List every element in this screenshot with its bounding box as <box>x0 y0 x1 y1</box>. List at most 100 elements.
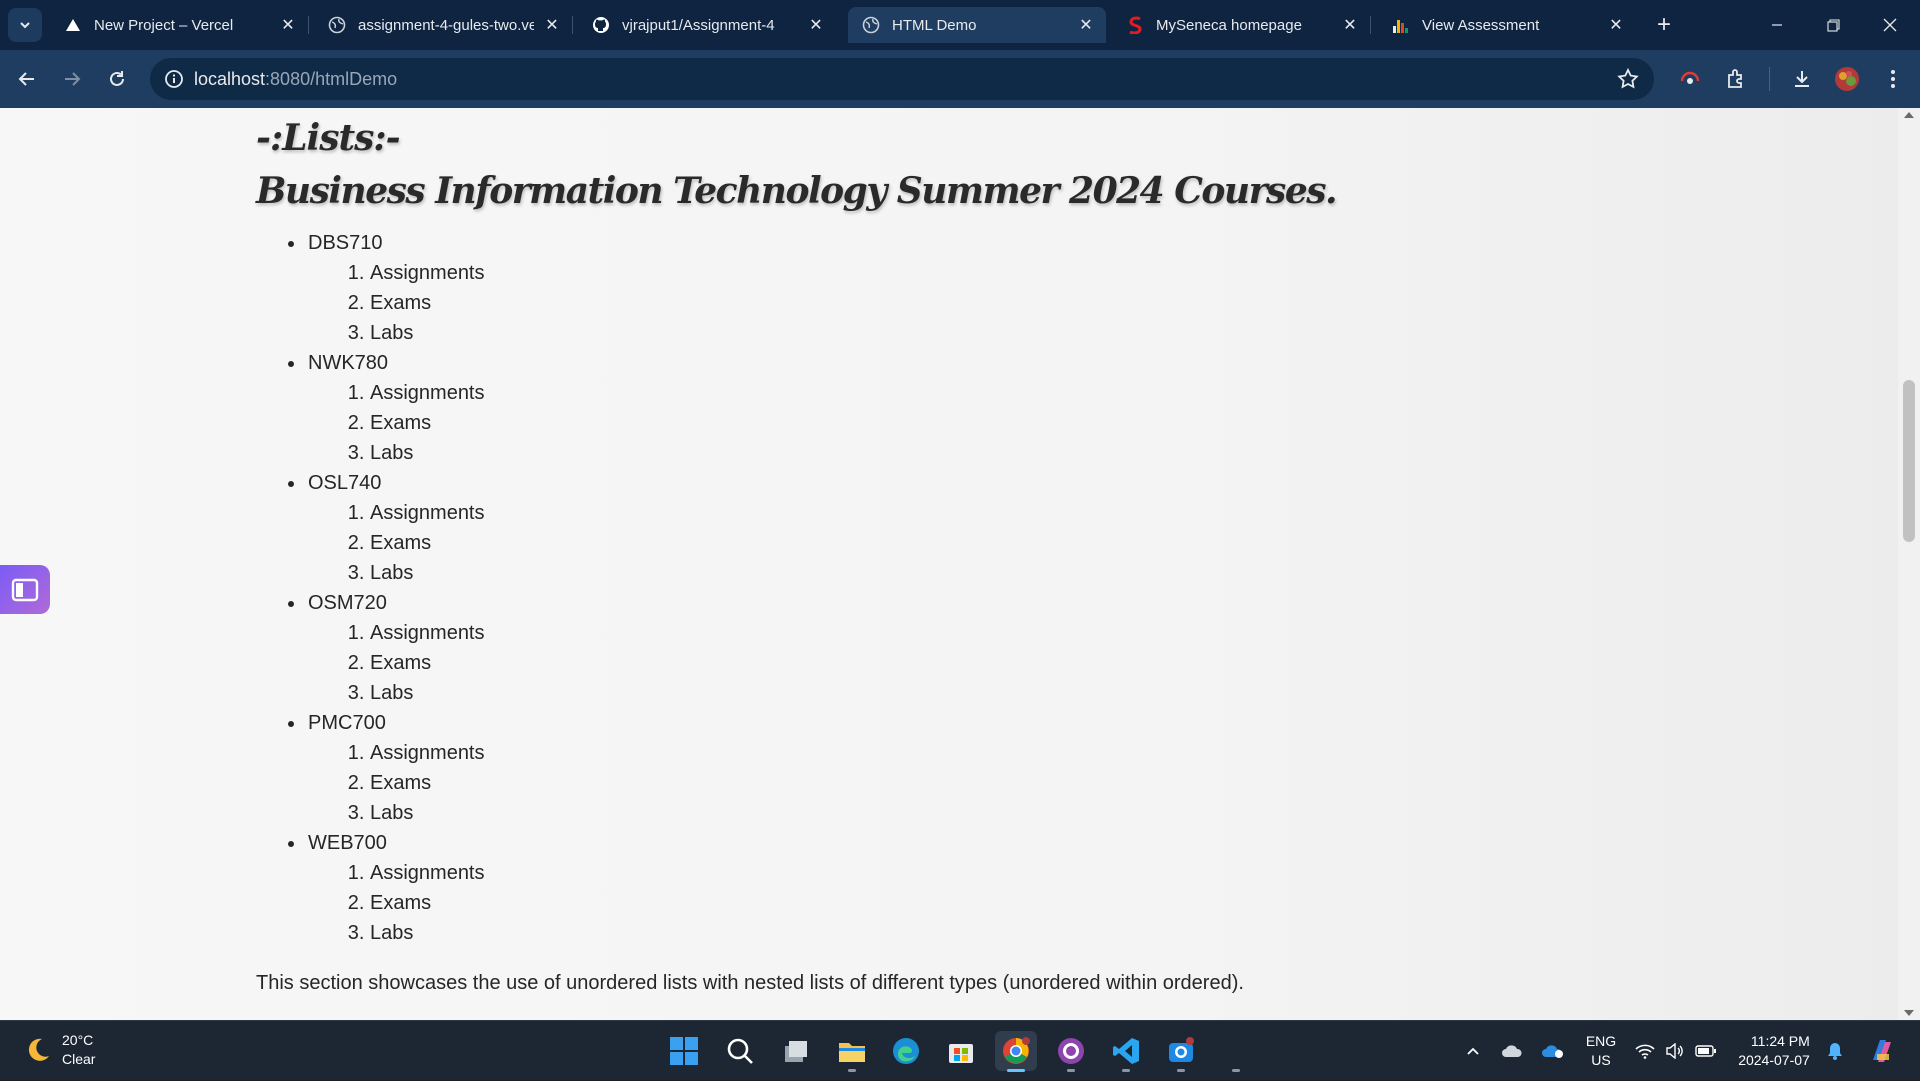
tab-myseneca[interactable]: MySeneca homepage ✕ <box>1112 7 1371 43</box>
taskbar-app-minimized[interactable] <box>1215 1031 1257 1072</box>
scroll-down-arrow[interactable] <box>1904 1010 1914 1016</box>
minimize-button[interactable] <box>1749 0 1805 50</box>
close-window-button[interactable] <box>1862 0 1918 50</box>
wifi-icon[interactable] <box>1632 1021 1658 1081</box>
region-code: US <box>1591 1052 1611 1068</box>
section-description: This section showcases the use of unorde… <box>256 972 1244 994</box>
weather-temp: 20°C <box>62 1032 94 1048</box>
list-heading: Business Information Technology Summer 2… <box>256 170 1338 212</box>
onedrive-sync-icon[interactable] <box>1538 1021 1568 1081</box>
course-code: NWK780 <box>308 352 389 374</box>
edge-icon <box>893 1038 919 1064</box>
bookmark-star-icon[interactable] <box>1616 67 1640 96</box>
tab-github[interactable]: vjrajput1/Assignment-4 ✕ <box>578 7 836 43</box>
restore-icon <box>1826 18 1840 32</box>
close-icon[interactable]: ✕ <box>1076 15 1096 35</box>
chrome-icon <box>1003 1037 1030 1064</box>
course-item: OSM720 Assignments Exams Labs <box>306 588 1856 708</box>
arrow-right-icon <box>65 72 81 86</box>
edge-app[interactable] <box>885 1031 927 1071</box>
clock[interactable]: 11:24 PM 2024-07-07 <box>1730 1021 1818 1081</box>
close-icon[interactable]: ✕ <box>542 15 562 35</box>
reload-button[interactable] <box>99 61 135 97</box>
windows-icon <box>670 1037 698 1065</box>
profile-avatar[interactable] <box>1829 61 1865 97</box>
weather-widget[interactable]: 20°C Clear <box>22 1031 95 1069</box>
copilot-icon[interactable] <box>1862 1021 1902 1081</box>
course-item: OSL740 Assignments Exams Labs <box>306 468 1856 588</box>
browser-toolbar: localhost:8080/htmlDemo <box>0 50 1920 108</box>
github-icon <box>592 16 610 34</box>
forward-button[interactable] <box>54 61 90 97</box>
tab-title: assignment-4-gules-two.ve <box>358 16 534 34</box>
topic-item: Assignments <box>370 258 1856 288</box>
start-button[interactable] <box>663 1031 705 1071</box>
site-info-icon[interactable] <box>154 58 194 100</box>
tab-vercel[interactable]: New Project – Vercel ✕ <box>50 7 309 43</box>
topic-item: Labs <box>370 558 1856 588</box>
close-icon[interactable]: ✕ <box>1340 15 1360 35</box>
topic-item: Assignments <box>370 738 1856 768</box>
tab-assignment-deploy[interactable]: assignment-4-gules-two.ve ✕ <box>314 7 573 43</box>
menu-kebab-icon[interactable] <box>1875 61 1911 97</box>
extension-record-icon[interactable] <box>1672 61 1708 97</box>
topic-item: Labs <box>370 318 1856 348</box>
language-indicator[interactable]: ENG US <box>1578 1021 1624 1081</box>
file-explorer-app[interactable] <box>831 1031 873 1072</box>
url-host: localhost <box>194 68 266 89</box>
topic-item: Labs <box>370 798 1856 828</box>
course-code: OSM720 <box>308 592 387 614</box>
back-button[interactable] <box>9 61 45 97</box>
tab-search-button[interactable] <box>8 8 42 42</box>
topic-item: Labs <box>370 918 1856 948</box>
topic-item: Exams <box>370 528 1856 558</box>
new-tab-button[interactable]: + <box>1650 11 1678 39</box>
section-heading: -:Lists:- <box>256 117 401 159</box>
topic-item: Exams <box>370 768 1856 798</box>
topic-item: Assignments <box>370 378 1856 408</box>
task-view-button[interactable] <box>775 1031 817 1071</box>
microsoft-store-app[interactable] <box>940 1031 982 1071</box>
scroll-up-arrow[interactable] <box>1904 112 1914 118</box>
tab-html-demo[interactable]: HTML Demo ✕ <box>848 7 1106 43</box>
windows-taskbar: 20°C Clear ENG US 11:24 PM 2024-07-07 <box>0 1020 1920 1080</box>
arrow-left-icon <box>18 72 34 86</box>
topic-item: Assignments <box>370 858 1856 888</box>
minimize-icon <box>1772 24 1782 26</box>
chrome-app[interactable] <box>995 1031 1037 1072</box>
close-icon[interactable]: ✕ <box>806 15 826 35</box>
volume-icon[interactable] <box>1662 1021 1688 1081</box>
extensions-puzzle-icon[interactable] <box>1718 61 1754 97</box>
scrollbar-thumb[interactable] <box>1903 380 1915 542</box>
notification-bell-icon[interactable] <box>1822 1021 1848 1081</box>
restore-button[interactable] <box>1805 0 1861 50</box>
weather-condition: Clear <box>62 1051 96 1067</box>
moon-icon <box>28 1038 49 1061</box>
close-icon[interactable]: ✕ <box>278 15 298 35</box>
tray-overflow-button[interactable] <box>1460 1021 1486 1081</box>
onedrive-icon[interactable] <box>1498 1021 1526 1081</box>
tab-view-assessment[interactable]: View Assessment ✕ <box>1378 7 1636 43</box>
tab-title: HTML Demo <box>892 16 977 34</box>
vscode-icon <box>1113 1038 1139 1064</box>
battery-icon[interactable] <box>1692 1021 1720 1081</box>
course-code: WEB700 <box>308 832 387 854</box>
close-icon[interactable]: ✕ <box>1606 15 1626 35</box>
globe-icon <box>328 16 346 34</box>
language-code: ENG <box>1585 1033 1617 1049</box>
search-icon <box>727 1038 753 1064</box>
topic-item: Exams <box>370 288 1856 318</box>
tab-title: vjrajput1/Assignment-4 <box>622 16 775 34</box>
topic-item: Exams <box>370 408 1856 438</box>
tab-strip: New Project – Vercel ✕ assignment-4-gule… <box>0 0 1920 50</box>
downloads-icon[interactable] <box>1784 61 1820 97</box>
github-desktop-app[interactable] <box>1050 1031 1092 1072</box>
page-viewport: -:Lists:- Business Information Technolog… <box>0 108 1920 1020</box>
snipping-tool-app[interactable] <box>1160 1031 1202 1072</box>
search-button[interactable] <box>719 1031 761 1071</box>
vertical-scrollbar[interactable] <box>1898 108 1920 1020</box>
task-view-icon <box>785 1041 807 1062</box>
sidebar-toggle-button[interactable] <box>0 565 50 614</box>
address-bar[interactable]: localhost:8080/htmlDemo <box>150 58 1654 100</box>
vscode-app[interactable] <box>1105 1031 1147 1072</box>
